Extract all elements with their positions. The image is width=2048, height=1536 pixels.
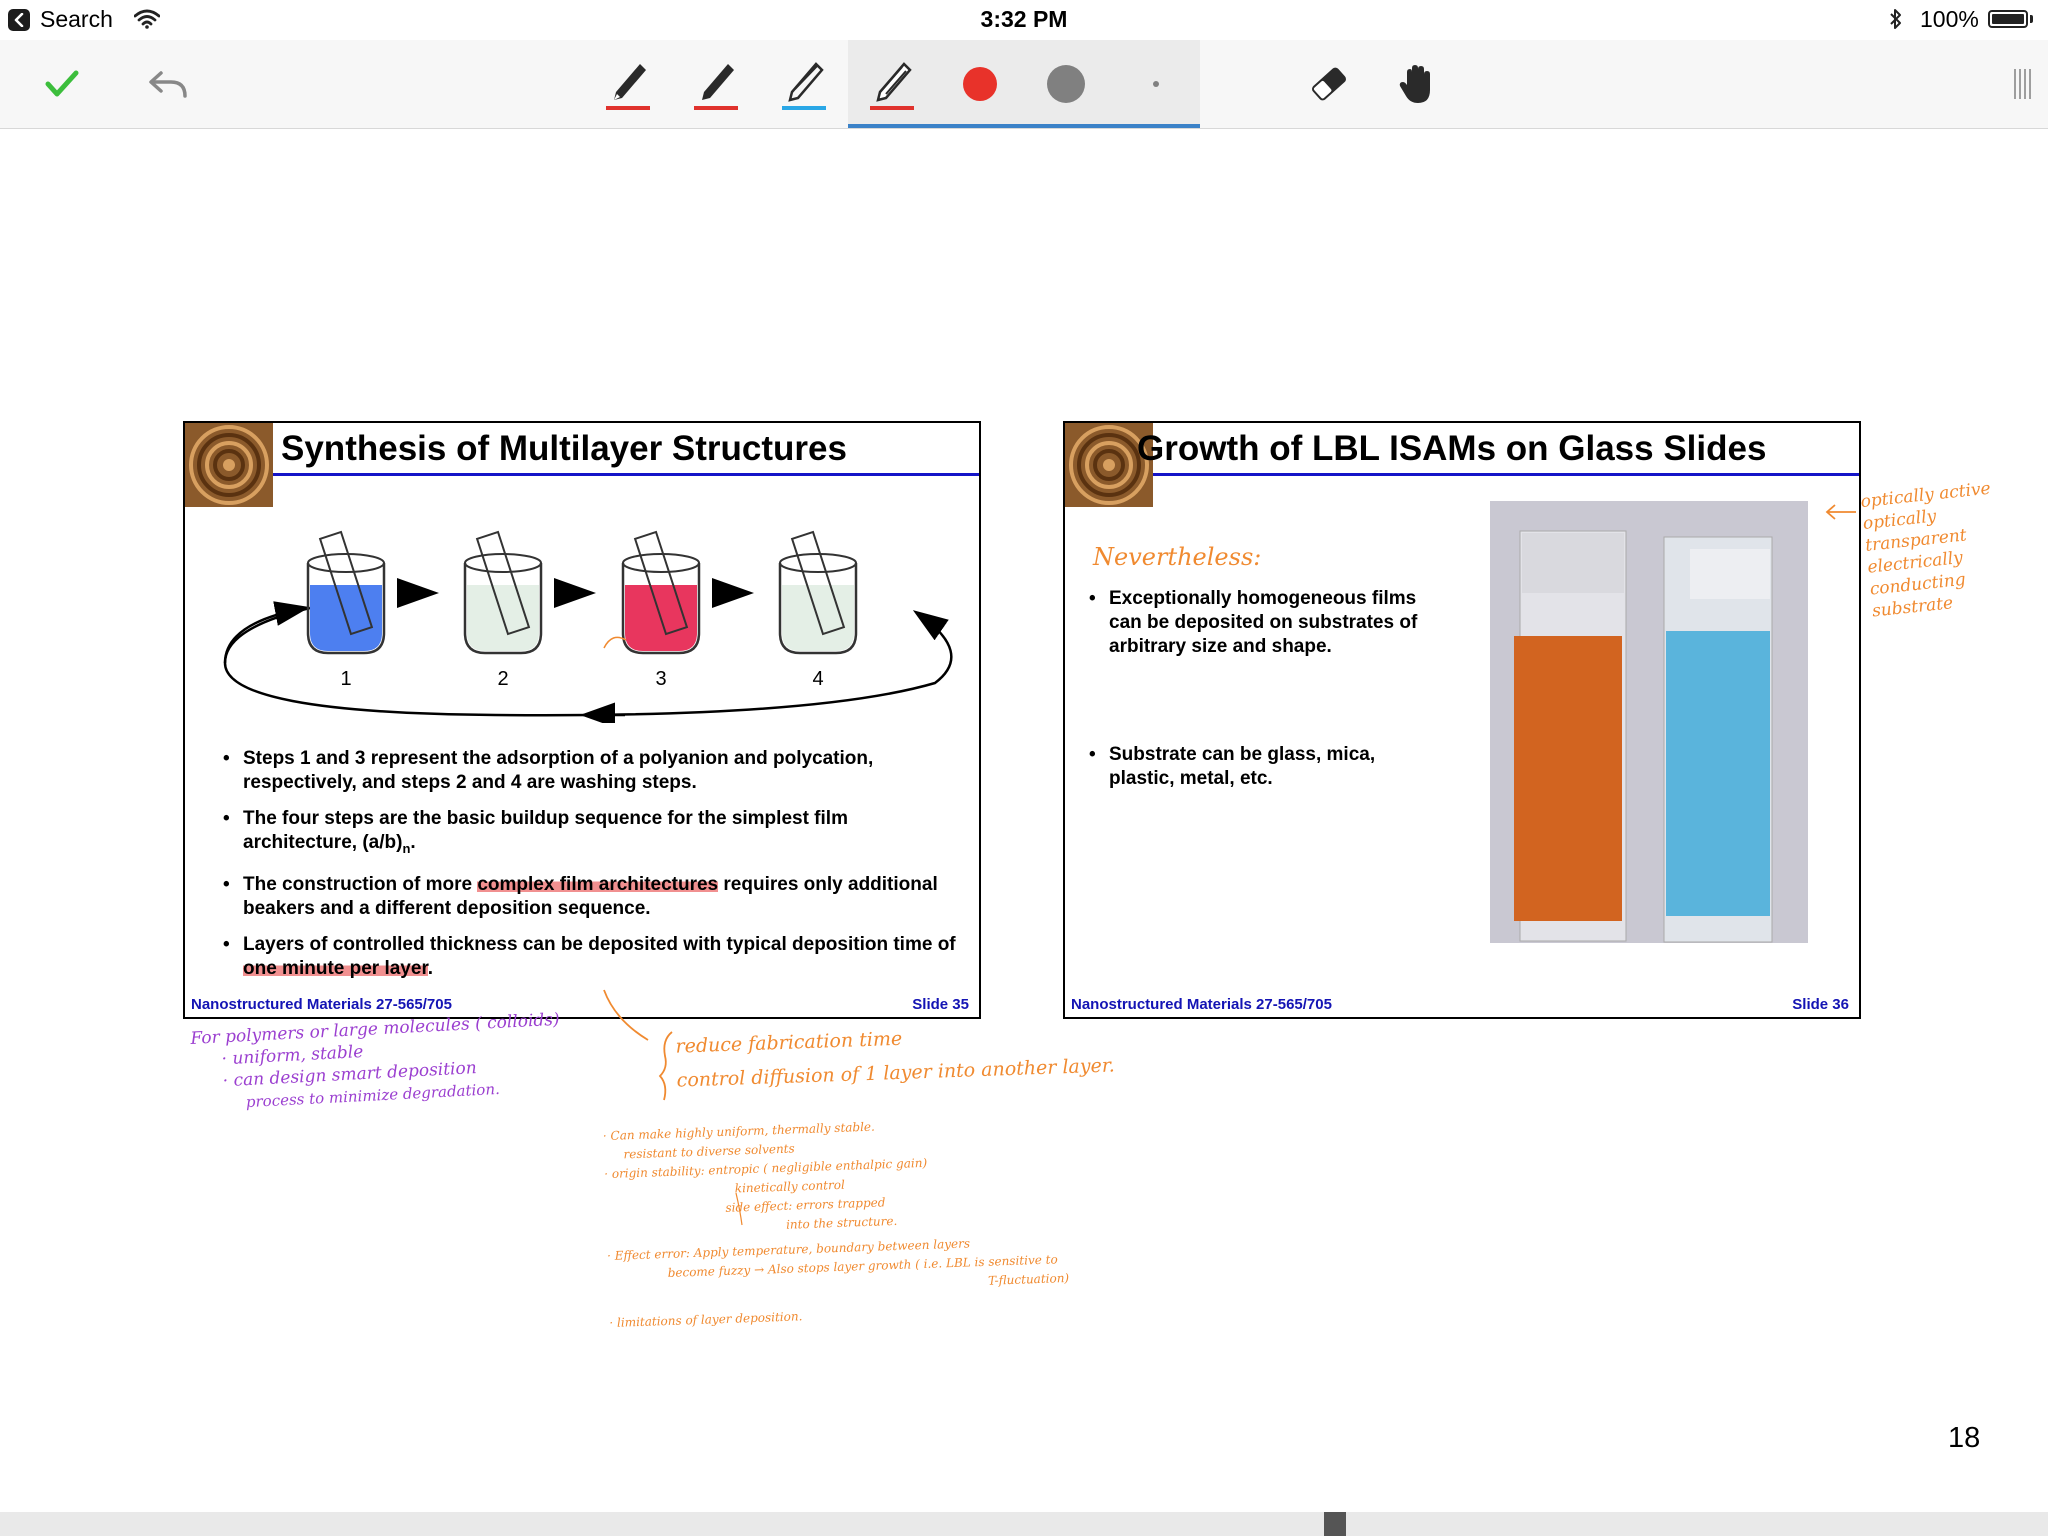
page-scrubber-track[interactable]	[0, 1512, 2048, 1536]
bullet-item: Layers of controlled thickness can be de…	[223, 933, 963, 981]
beaker-label-1: 1	[340, 668, 351, 690]
bullet-list: Steps 1 and 3 represent the adsorption o…	[223, 747, 963, 981]
beaker-3	[621, 530, 701, 655]
eraser-icon[interactable]	[1306, 40, 1352, 128]
beaker-2	[463, 530, 543, 655]
beaker-label-4: 4	[812, 668, 823, 690]
bluetooth-icon	[1888, 7, 1904, 36]
slide-35: Synthesis of Multilayer Structures 1 2 3…	[183, 421, 981, 1019]
bullet-text: Steps 1 and 3 represent the adsorption o…	[243, 748, 874, 793]
pen-tool-red[interactable]	[604, 40, 652, 128]
bullet-list: Exceptionally homogeneous films can be d…	[1089, 587, 1429, 791]
bullet-text-post: .	[427, 957, 434, 979]
handwritten-heading: Nevertheless:	[1093, 543, 1262, 571]
note-line: · limitations of layer deposition.	[609, 1309, 803, 1331]
title-rule	[273, 473, 979, 476]
slide-title: Growth of LBL ISAMs on Glass Slides	[1137, 429, 1767, 468]
slide-footer-number: Slide 35	[912, 996, 969, 1013]
clock: 3:32 PM	[980, 6, 1068, 32]
battery-tip	[2030, 15, 2033, 23]
hand-icon[interactable]	[1394, 40, 1440, 128]
bullet-item: Exceptionally homogeneous films can be d…	[1089, 587, 1429, 659]
bullet-item: Steps 1 and 3 represent the adsorption o…	[223, 747, 963, 795]
pencil-tool-blue[interactable]	[780, 40, 828, 128]
bullet-text: Layers of controlled thickness can be de…	[243, 933, 956, 955]
color-swatch-red[interactable]	[960, 40, 1000, 128]
slide-36: Growth of LBL ISAMs on Glass Slides Neve…	[1063, 421, 1861, 1019]
stroke-size-small[interactable]	[1146, 40, 1166, 128]
handwritten-side-notes: optically active optically transparent e…	[1860, 473, 2043, 622]
slide-footer-number: Slide 36	[1792, 996, 1849, 1013]
page-scrubber-thumb[interactable]	[1324, 1512, 1346, 1536]
beaker-1	[306, 530, 386, 655]
battery-percent: 100%	[1920, 6, 1979, 32]
annotation-toolbar	[0, 40, 2048, 129]
slide-logo-icon	[185, 423, 273, 507]
handwritten-notes-purple: For polymers or large molecules ( colloi…	[190, 1008, 574, 1116]
bullet-text: The four steps are the basic buildup seq…	[243, 808, 848, 853]
highlighted-text: one minute per layer	[243, 957, 428, 979]
beaker-label-2: 2	[497, 668, 508, 690]
menu-icon[interactable]	[2010, 40, 2036, 128]
bullet-item: Substrate can be glass, mica, plastic, m…	[1089, 743, 1429, 791]
slide-title: Synthesis of Multilayer Structures	[281, 429, 847, 468]
highlighter-tool-red[interactable]	[868, 40, 916, 128]
bullet-text: Exceptionally homogeneous films can be d…	[1109, 588, 1418, 657]
stroke-size-large[interactable]	[1046, 40, 1086, 128]
bullet-tail: .	[410, 832, 416, 853]
bullet-item: The construction of more complex film ar…	[223, 873, 963, 921]
bullet-item: The four steps are the basic buildup seq…	[223, 807, 963, 861]
undo-icon[interactable]	[146, 40, 190, 128]
battery-icon	[1988, 10, 2028, 28]
checkmark-icon[interactable]	[40, 40, 84, 128]
handwritten-notes-orange-top: reduce fabrication time control diffusio…	[675, 1014, 1117, 1097]
handwritten-notes-orange-list: · Can make highly uniform, thermally sta…	[603, 1109, 1130, 1333]
pen-tool-red-2[interactable]	[692, 40, 740, 128]
glass-slides-photo	[1490, 501, 1808, 943]
slide-footer-course: Nanostructured Materials 27-565/705	[1071, 996, 1332, 1013]
highlighted-text: complex film architectures	[477, 873, 719, 895]
page-number: 18	[1948, 1422, 1981, 1454]
slide-footer-course: Nanostructured Materials 27-565/705	[191, 996, 452, 1013]
beaker-label-3: 3	[655, 668, 666, 690]
status-bar: Search 3:32 PM 100%	[0, 0, 2048, 40]
bullet-text: Substrate can be glass, mica, plastic, m…	[1109, 744, 1376, 789]
beaker-cycle-diagram: 1 2 3 4	[223, 530, 953, 723]
beaker-4	[778, 530, 858, 655]
title-rule	[1153, 473, 1859, 476]
bullet-text: The construction of more	[243, 873, 478, 895]
